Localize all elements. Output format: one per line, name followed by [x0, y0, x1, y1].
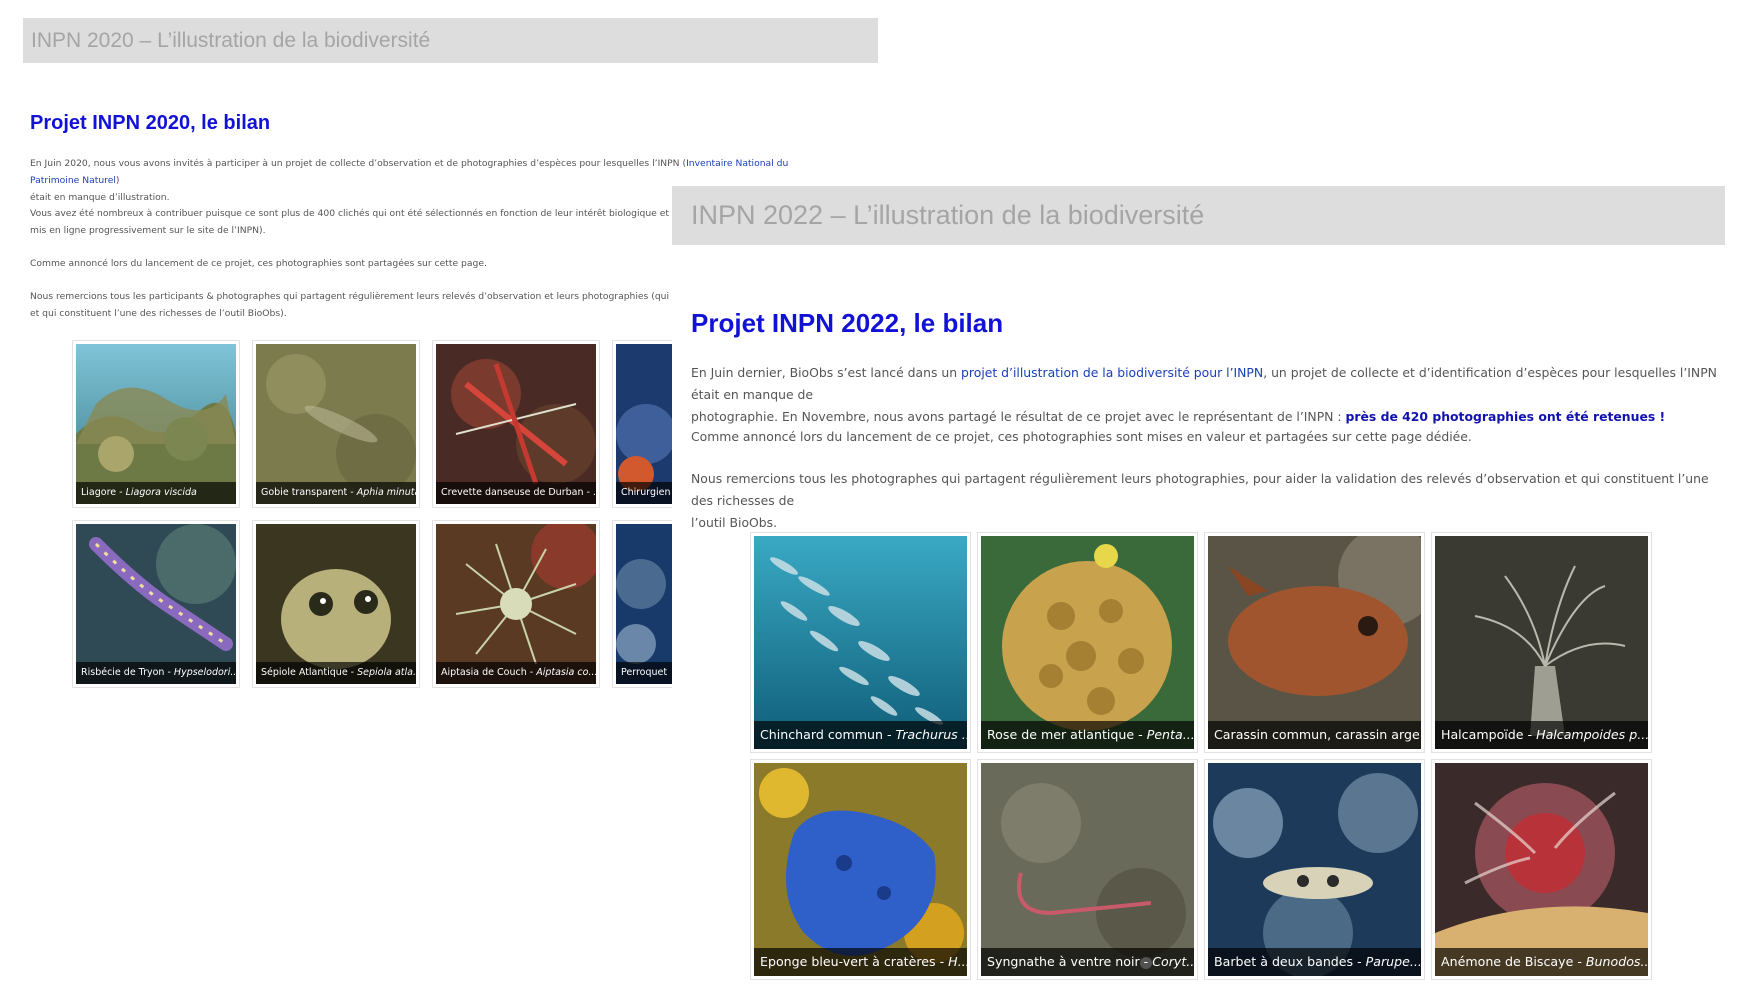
caption-latin-name: H... [948, 954, 967, 969]
caption-latin-name: Sepiola atla... [357, 667, 416, 678]
caption-common-name: Carassin commun, carassin arge... [1214, 727, 1421, 742]
caption-latin-name: Aphia minuta [356, 487, 416, 498]
caption-common-name: Gobie transparent - [261, 487, 357, 498]
photo-liagora [76, 344, 236, 504]
gallery-photo-2020[interactable]: Risbécie de Tryon - Hypselodori... [72, 520, 240, 688]
photo-caption: Aiptasia de Couch - Aiptasia co... [436, 662, 596, 684]
thanks-text-line1: Nous remercions tous les participants & … [30, 291, 713, 302]
caption-common-name: Liagore - [81, 487, 126, 498]
caption-common-name: Eponge bleu-vert à cratères - [760, 954, 949, 969]
intro-text-line2: était en manque d’illustration. [30, 192, 170, 203]
photo-caption: Sépiole Atlantique - Sepiola atla... [256, 662, 416, 684]
photo-caption: Halcampoïde - Halcampoides p... [1435, 721, 1648, 749]
photo-caption: Carassin commun, carassin arge... [1208, 721, 1421, 749]
caption-latin-name: Trachurus ... [895, 727, 967, 742]
contribution-text-line2: mis en ligne progressivement sur le site… [30, 225, 266, 236]
gallery-photo-2020[interactable]: Sépiole Atlantique - Sepiola atla... [252, 520, 420, 688]
intro-text-end: ) [115, 175, 120, 186]
panel-2022: INPN 2022 – L’illustration de la biodive… [672, 186, 1756, 1001]
result-highlight: près de 420 photographies ont été retenu… [1345, 409, 1666, 424]
intro-text: En Juin dernier, BioObs s’est lancé dans… [691, 365, 962, 380]
caption-common-name: Crevette danseuse de Durban - ... [441, 487, 596, 498]
page-header-2022: INPN 2022 – L’illustration de la biodive… [672, 186, 1725, 245]
photo-aiptasia [436, 524, 596, 684]
photo-caption: Syngnathe à ventre noir - Coryt... [981, 948, 1194, 976]
caption-latin-name: Halcampoides p... [1536, 727, 1648, 742]
gallery-photo-2022[interactable]: Barbet à deux bandes - Parupe... [1204, 759, 1425, 980]
caption-latin-name: Aiptasia co... [536, 667, 596, 678]
photo-syngnathus [981, 763, 1194, 976]
biodiversity-project-link[interactable]: projet d’illustration de la biodiversité… [961, 365, 1263, 380]
gallery-photo-2022[interactable]: Anémone de Biscaye - Bunodos... [1431, 759, 1652, 980]
gallery-photo-2022[interactable]: Rose de mer atlantique - Penta... [977, 532, 1198, 753]
photo-caption: Risbécie de Tryon - Hypselodori... [76, 662, 236, 684]
photo-parupeneus [1208, 763, 1421, 976]
photo-caption: Chinchard commun - Trachurus ... [754, 721, 967, 749]
caption-common-name: Anémone de Biscaye - [1441, 954, 1586, 969]
gallery-photo-2020[interactable]: Crevette danseuse de Durban - ... [432, 340, 600, 508]
caption-common-name: Aiptasia de Couch - [441, 667, 537, 678]
page-title-2022: INPN 2022 – L’illustration de la biodive… [691, 200, 1205, 230]
photo-halcampoides [1435, 536, 1648, 749]
photo-caption: Eponge bleu-vert à cratères - H... [754, 948, 967, 976]
photo-caption: Rose de mer atlantique - Penta... [981, 721, 1194, 749]
thanks-text-line2: l’outil BioObs. [691, 515, 778, 530]
caption-common-name: Perroquet [621, 667, 668, 678]
section-heading-2020: Projet INPN 2020, le bilan [30, 112, 271, 134]
photo-caption: Crevette danseuse de Durban - ... [436, 482, 596, 504]
gallery-photo-2022[interactable]: Carassin commun, carassin arge... [1204, 532, 1425, 753]
caption-common-name: Barbet à deux bandes - [1214, 954, 1366, 969]
caption-common-name: Chinchard commun - [760, 727, 896, 742]
photo-bunodosoma [1435, 763, 1648, 976]
photo-aphia [256, 344, 416, 504]
contribution-text-line1: Vous avez été nombreux à contribuer puis… [30, 208, 713, 219]
gallery-photo-2022[interactable]: Eponge bleu-vert à cratères - H... [750, 759, 971, 980]
photo-caption: Gobie transparent - Aphia minuta [256, 482, 416, 504]
announcement-paragraph-2022: Comme annoncé lors du lancement de ce pr… [691, 429, 1472, 444]
gallery-photo-2022[interactable]: Syngnathe à ventre noir - Coryt... [977, 759, 1198, 980]
gallery-photo-2020[interactable]: Liagore - Liagora viscida [72, 340, 240, 508]
photo-caption: Liagore - Liagora viscida [76, 482, 236, 504]
caption-common-name: Syngnathe à ventre noir - [987, 954, 1153, 969]
page-header-2020: INPN 2020 – L’illustration de la biodive… [23, 18, 878, 63]
caption-latin-name: Hypselodori... [173, 667, 236, 678]
caption-latin-name: Penta... [1146, 727, 1194, 742]
caption-latin-name: Liagora viscida [125, 487, 197, 498]
thanks-text-line1: Nous remercions tous les photographes qu… [691, 471, 1709, 508]
caption-latin-name: Coryt... [1152, 954, 1194, 969]
photo-caption: Anémone de Biscaye - Bunodos... [1435, 948, 1648, 976]
photo-caption: Barbet à deux bandes - Parupe... [1208, 948, 1421, 976]
caption-common-name: Halcampoïde - [1441, 727, 1537, 742]
page-title-2020: INPN 2020 – L’illustration de la biodive… [31, 29, 431, 52]
photo-sepiola [256, 524, 416, 684]
caption-common-name: Rose de mer atlantique - [987, 727, 1147, 742]
thanks-text-line2: et qui constituent l’une des richesses d… [30, 308, 287, 319]
gallery-photo-2022[interactable]: Halcampoïde - Halcampoides p... [1431, 532, 1652, 753]
caption-latin-name: Parupe... [1365, 954, 1421, 969]
photo-trachurus [754, 536, 967, 749]
gallery-photo-2020[interactable]: Gobie transparent - Aphia minuta [252, 340, 420, 508]
photo-shrimp [436, 344, 596, 504]
caption-latin-name: Bunodos... [1585, 954, 1648, 969]
intro-text: En Juin 2020, nous vous avons invités à … [30, 158, 687, 169]
gallery-photo-2022[interactable]: Chinchard commun - Trachurus ... [750, 532, 971, 753]
caption-common-name: Sépiole Atlantique - [261, 667, 358, 678]
intro-text-line2: photographie. En Novembre, nous avons pa… [691, 409, 1346, 424]
photo-carassius [1208, 536, 1421, 749]
photo-pentapora [981, 536, 1194, 749]
thanks-paragraph-2022: Nous remercions tous les photographes qu… [691, 468, 1721, 534]
intro-paragraph-2022: En Juin dernier, BioObs s’est lancé dans… [691, 362, 1721, 428]
panel-2020: INPN 2020 – L’illustration de la biodive… [0, 0, 878, 720]
photo-sponge [754, 763, 967, 976]
gallery-photo-2020[interactable]: Aiptasia de Couch - Aiptasia co... [432, 520, 600, 688]
caption-common-name: Risbécie de Tryon - [81, 667, 174, 678]
photo-nudibranch [76, 524, 236, 684]
section-heading-2022: Projet INPN 2022, le bilan [691, 308, 1004, 338]
caption-common-name: Chirurgien [621, 487, 671, 498]
